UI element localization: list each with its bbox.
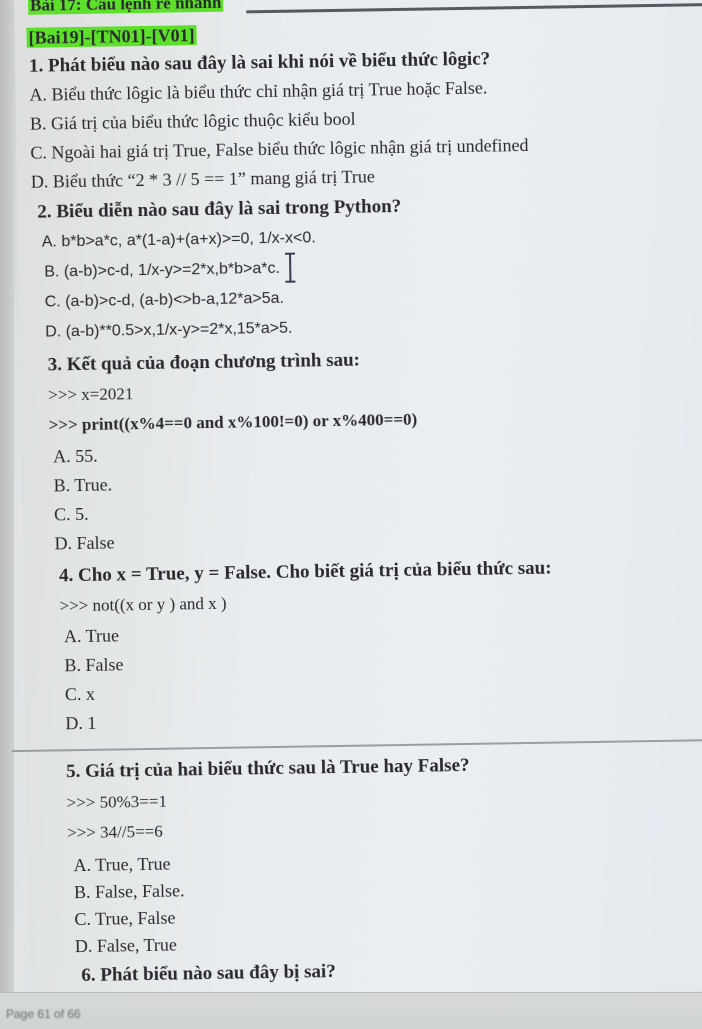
question-5-option-b[interactable]: B. False, False. — [74, 880, 185, 903]
question-1-option-d[interactable]: D. Biểu thức “2 * 3 // 5 == 1” mang giá … — [31, 166, 375, 192]
question-2-option-b[interactable]: B. (a-b)>c-d, 1/x-y>=2*x,b*b>a*c. — [44, 260, 280, 282]
question-5-option-a[interactable]: A. True, True — [73, 854, 170, 877]
question-1-title: 1. Phát biểu nào sau đây là sai khi nói … — [28, 48, 491, 77]
question-5-title: 5. Giá trị của hai biểu thức sau là True… — [65, 754, 470, 783]
page-break-separator — [11, 738, 702, 753]
question-1-option-c[interactable]: C. Ngoài hai giá trị True, False biểu th… — [30, 135, 528, 164]
question-1-option-b[interactable]: B. Giá trị của biểu thức lôgic thuộc kiể… — [30, 109, 356, 135]
question-2-title: 2. Biểu diễn nào sau đây là sai trong Py… — [37, 195, 402, 223]
status-bar: Page 61 of 66 — [0, 992, 702, 1029]
question-3-option-b[interactable]: B. True. — [53, 475, 112, 497]
question-4-option-d[interactable]: D. 1 — [65, 713, 96, 734]
question-3-title: 3. Kết quả của đoạn chương trình sau: — [47, 349, 361, 376]
question-5-option-c[interactable]: C. True, False — [74, 908, 175, 931]
question-tag-text: [Bai19]-[TN01]-[V01] — [26, 25, 197, 48]
question-3-code-line-2: >>> print((x%4==0 and x%100!=0) or x%400… — [48, 409, 418, 435]
question-4-option-b[interactable]: B. False — [64, 654, 123, 676]
document-page[interactable]: Bài 17: Câu lệnh rẽ nhánh [Bai19]-[TN01]… — [11, 0, 702, 1000]
question-4-option-c[interactable]: C. x — [65, 684, 95, 705]
question-5-code-line-2: >>> 34//5==6 — [66, 821, 163, 843]
question-3-option-a[interactable]: A. 55. — [53, 446, 98, 468]
question-6-title: 6. Phát biểu nào sau đây bị sai? — [81, 961, 336, 987]
heading-rule — [246, 3, 702, 14]
question-3-code-line-1: >>> x=2021 — [48, 384, 134, 405]
question-3-option-d[interactable]: D. False — [54, 532, 114, 554]
question-5-code-line-1: >>> 50%3==1 — [66, 791, 168, 813]
question-4-option-a[interactable]: A. True — [64, 625, 119, 647]
page-info: Page 61 of 66 — [6, 1007, 81, 1021]
question-4-code-line-1: >>> not((x or y ) and x ) — [59, 593, 227, 616]
question-4-title: 4. Cho x = True, y = False. Cho biết giá… — [58, 557, 552, 587]
question-2-option-d[interactable]: D. (a-b)**0.5>x,1/x-y>=2*x,15*a>5. — [45, 320, 293, 342]
text-cursor-icon — [289, 252, 292, 283]
question-2-option-a[interactable]: A. b*b>a*c, a*(1-a)+(a+x)>=0, 1/x-x<0. — [42, 229, 316, 251]
left-margin-ruler — [0, 0, 14, 1028]
cut-heading: Bài 17: Câu lệnh rẽ nhánh — [27, 0, 224, 16]
question-tag: [Bai19]-[TN01]-[V01] — [26, 25, 197, 49]
question-5-option-d[interactable]: D. False, True — [75, 935, 177, 958]
question-1-option-a[interactable]: A. Biểu thức lôgic là biểu thức chỉ nhận… — [29, 78, 487, 106]
question-2-option-c[interactable]: C. (a-b)>c-d, (a-b)<>b-a,12*a>5a. — [45, 290, 284, 312]
question-3-option-c[interactable]: C. 5. — [54, 504, 89, 526]
cut-heading-text: Bài 17: Câu lệnh rẽ nhánh — [27, 0, 224, 15]
